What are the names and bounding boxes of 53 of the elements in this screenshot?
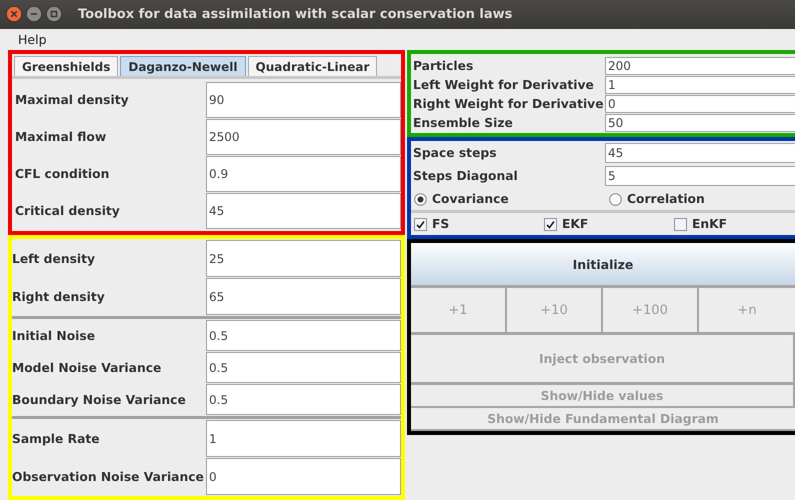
field-label: Boundary Noise Variance bbox=[12, 392, 187, 409]
input-field[interactable]: 2500 bbox=[206, 119, 401, 155]
field-label: Right density bbox=[12, 288, 106, 306]
field-label: Model Noise Variance bbox=[12, 360, 162, 376]
input-field[interactable]: 1 bbox=[206, 420, 401, 457]
input-field[interactable]: 65 bbox=[206, 278, 401, 315]
input-field[interactable]: 45 bbox=[605, 143, 795, 163]
input-field[interactable]: 1 bbox=[605, 76, 795, 94]
field-label: Critical density bbox=[14, 203, 121, 220]
tab[interactable]: Quadratic-Linear bbox=[248, 56, 378, 76]
minimize-button[interactable] bbox=[26, 6, 42, 22]
input-field[interactable]: 25 bbox=[206, 240, 401, 277]
checkbox-label: FS bbox=[432, 217, 450, 231]
input-field[interactable]: 0 bbox=[206, 458, 401, 495]
field-label: Particles bbox=[412, 58, 474, 75]
field-label: Initial Noise bbox=[12, 328, 96, 344]
tab[interactable]: Daganzo-Newell bbox=[120, 56, 246, 76]
checkbox-label: EKF bbox=[562, 217, 588, 231]
radio-button[interactable] bbox=[414, 192, 427, 206]
maximize-button[interactable] bbox=[46, 6, 62, 22]
checkbox[interactable] bbox=[414, 218, 427, 230]
checkbox-label: EnKF bbox=[692, 217, 728, 231]
input-field[interactable]: 50 bbox=[605, 114, 795, 132]
close-button[interactable] bbox=[6, 6, 22, 22]
input-field[interactable]: 0.5 bbox=[206, 384, 401, 415]
window-title: Toolbox for data assimilation with scalar conservation laws bbox=[78, 6, 512, 22]
field-label: Ensemble Size bbox=[412, 115, 514, 132]
checkbox[interactable] bbox=[674, 218, 687, 230]
input-field[interactable]: 0.9 bbox=[206, 156, 401, 192]
field-label: Left Weight for Derivative bbox=[412, 77, 595, 94]
input-field[interactable]: 45 bbox=[206, 193, 401, 229]
field-label: Sample Rate bbox=[12, 430, 101, 448]
menu-item[interactable]: Help bbox=[10, 32, 54, 47]
radio-button[interactable] bbox=[609, 192, 622, 206]
input-field[interactable]: 200 bbox=[605, 57, 795, 75]
checkbox[interactable] bbox=[544, 218, 557, 230]
input-field[interactable]: 90 bbox=[206, 82, 401, 118]
input-field[interactable]: 0.5 bbox=[206, 352, 401, 383]
field-label: CFL condition bbox=[14, 166, 110, 183]
tab[interactable]: Greenshields bbox=[14, 56, 118, 76]
radio-label: Correlation bbox=[627, 192, 705, 206]
field-label: Space steps bbox=[412, 145, 498, 162]
field-label: Steps Diagonal bbox=[412, 168, 519, 185]
input-field[interactable]: 0.5 bbox=[206, 320, 401, 351]
initialize-button[interactable]: Initialize bbox=[411, 243, 795, 288]
input-field[interactable]: 0 bbox=[605, 95, 795, 113]
input-field[interactable]: 5 bbox=[605, 166, 795, 186]
field-label: Maximal density bbox=[14, 92, 130, 109]
radio-label: Covariance bbox=[432, 192, 509, 206]
field-label: Right Weight for Derivative bbox=[412, 96, 605, 113]
field-label: Left density bbox=[12, 250, 96, 268]
field-label: Observation Noise Variance bbox=[12, 468, 205, 486]
field-label: Maximal flow bbox=[14, 129, 108, 146]
